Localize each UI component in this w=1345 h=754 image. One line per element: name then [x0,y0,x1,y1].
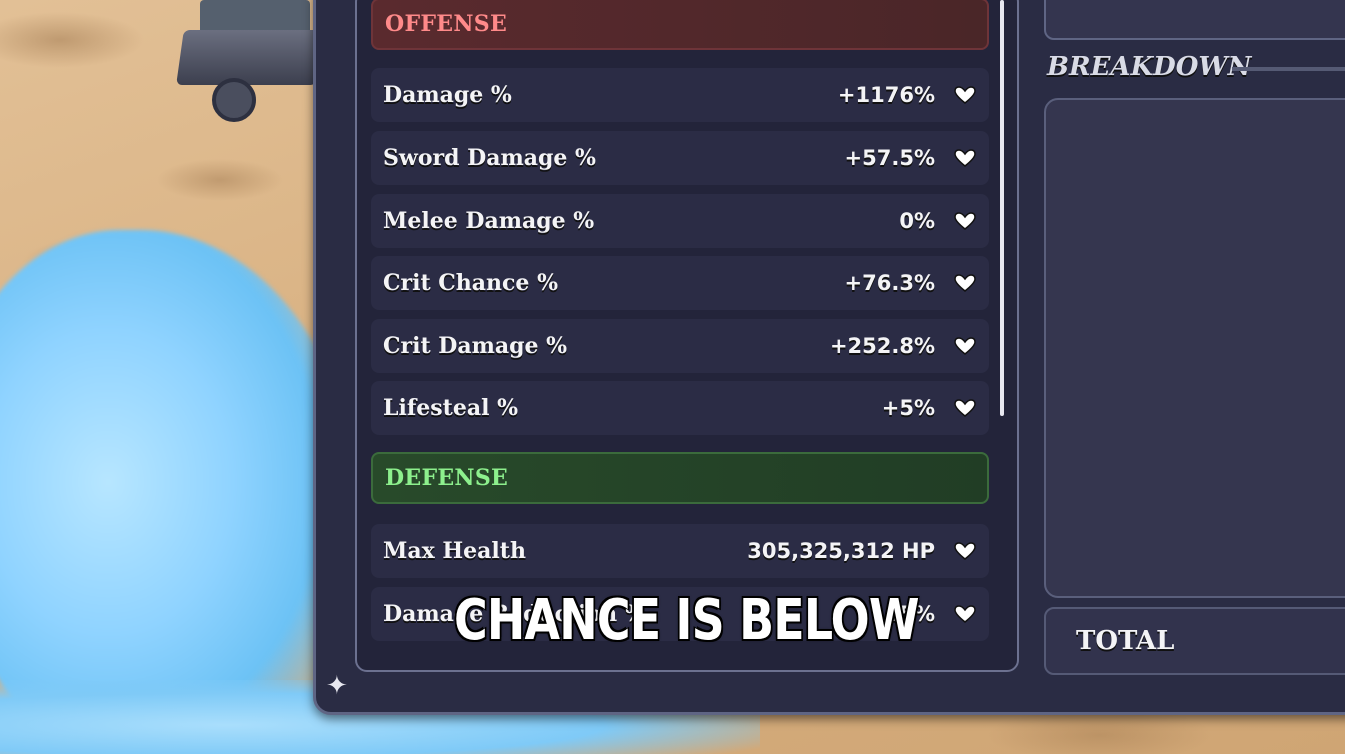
video-subtitle: CHANCE IS BELOW [454,588,920,653]
wooden-cart [176,30,324,85]
stat-value: 305,325,312 HP [747,539,935,563]
breakdown-divider [1232,67,1345,71]
stat-label: Sword Damage % [383,145,596,171]
stat-value: +57.5% [844,146,935,170]
heart-chevron-icon[interactable] [953,149,977,167]
stat-label: Melee Damage % [383,208,595,234]
offense-title: OFFENSE [385,11,508,37]
heart-chevron-icon[interactable] [953,86,977,104]
heart-chevron-icon[interactable] [953,542,977,560]
stat-row-crit-chance[interactable]: Crit Chance % +76.3% [371,256,989,310]
offense-header: OFFENSE [371,0,989,50]
cart-wheel [212,78,256,122]
top-right-panel [1044,0,1345,40]
stats-scrollbar[interactable] [1000,0,1004,416]
stat-row-melee-damage[interactable]: Melee Damage % 0% [371,194,989,248]
heart-chevron-icon[interactable] [953,605,977,623]
stat-row-max-health[interactable]: Max Health 305,325,312 HP [371,524,989,578]
star-icon: ✦ [326,671,348,701]
heart-chevron-icon[interactable] [953,274,977,292]
breakdown-box [1044,98,1345,598]
stat-value: +5% [881,396,935,420]
defense-header: DEFENSE [371,452,989,504]
stat-row-damage[interactable]: Damage % +1176% [371,68,989,122]
stat-label: Damage % [383,82,512,108]
stat-row-lifesteal[interactable]: Lifesteal % +5% [371,381,989,435]
defense-title: DEFENSE [385,465,509,491]
stat-value: +76.3% [844,271,935,295]
heart-chevron-icon[interactable] [953,212,977,230]
total-box: TOTAL [1044,607,1345,675]
heart-chevron-icon[interactable] [953,337,977,355]
total-label: TOTAL [1076,626,1175,656]
stat-value: +1176% [837,83,935,107]
stat-value: 0% [899,209,935,233]
stat-row-sword-damage[interactable]: Sword Damage % +57.5% [371,131,989,185]
stat-label: Crit Chance % [383,270,558,296]
stat-value: +252.8% [829,334,935,358]
heart-chevron-icon[interactable] [953,399,977,417]
stat-row-crit-damage[interactable]: Crit Damage % +252.8% [371,319,989,373]
stat-label: Crit Damage % [383,333,568,359]
stat-label: Max Health [383,538,526,564]
stat-label: Lifesteal % [383,395,519,421]
breakdown-title: BREAKDOWN [1047,52,1252,82]
